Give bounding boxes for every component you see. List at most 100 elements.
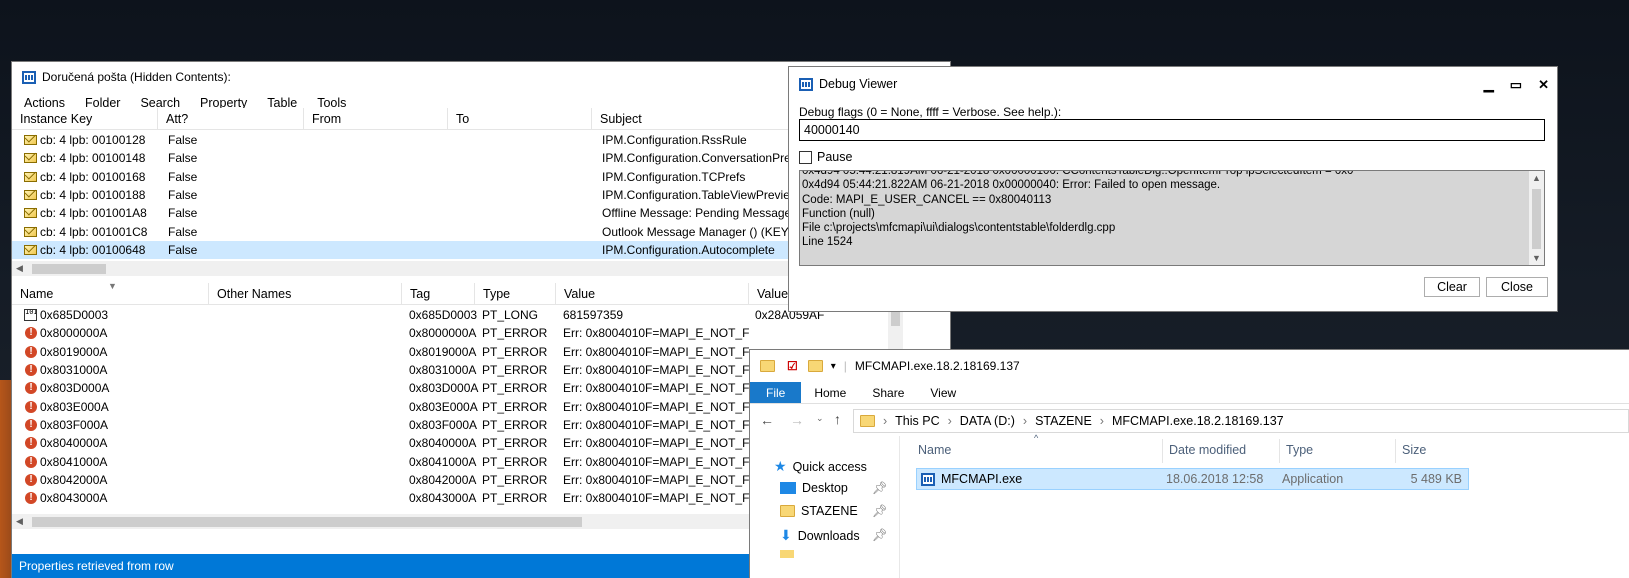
close-button[interactable]: Close [1486,277,1548,297]
scroll-thumb[interactable] [32,517,582,527]
error-icon: ! [25,418,37,431]
message-hscrollbar[interactable]: ◀ [12,261,788,276]
breadcrumb-this-pc[interactable]: This PC [895,414,939,428]
tab-home[interactable]: Home [801,382,859,403]
clear-button[interactable]: Clear [1424,277,1480,297]
pause-checkbox[interactable] [799,150,812,164]
nav-downloads-label: Downloads [797,528,860,543]
col-file-name[interactable]: Name ^ [912,433,1163,463]
tab-file[interactable]: File [750,382,802,403]
desktop-icon [780,482,796,494]
log-vscrollbar[interactable]: ▲ ▼ [1529,171,1544,265]
col-tag[interactable]: Tag [402,283,475,304]
subject: IPM.Configuration.RssRule [602,133,747,148]
envelope-icon [24,226,37,237]
tab-view[interactable]: View [917,382,969,403]
col-file-name-label: Name [918,443,952,457]
debug-flags-input[interactable]: 40000140 [799,119,1545,141]
scroll-thumb[interactable] [1532,189,1541,249]
col-instance-key[interactable]: Instance Key [12,108,158,129]
col-other-names[interactable]: Other Names [209,283,402,304]
scroll-left-icon[interactable]: ◀ [16,516,23,527]
file-size: 5 489 KB [1410,472,1462,486]
file-type: Application [1282,472,1344,486]
folder-icon [760,360,775,372]
forward-icon[interactable]: → [790,412,804,428]
scroll-thumb[interactable] [32,264,106,274]
error-icon: ! [25,382,37,395]
error-icon: ! [25,473,37,486]
properties-icon[interactable]: ☑ [787,359,798,373]
breadcrumb-separator-icon: › [1022,414,1028,428]
file-date: 18.06.2018 12:58 [1166,472,1264,486]
download-icon: ⬇ [780,527,792,543]
breadcrumb-current[interactable]: MFCMAPI.exe.18.2.18169.137 [1112,414,1284,428]
col-subject[interactable]: Subject [592,108,792,129]
property-value: Err: 0x8004010F=MAPI_E_NOT_FO [563,417,749,432]
nav-desktop-label: Desktop [802,481,848,495]
pin-icon[interactable]: 📌︎ [872,528,888,543]
breadcrumb-data-drive[interactable]: DATA (D:) [960,414,1015,428]
col-name[interactable]: Name ▼ [12,283,209,304]
property-tag: 0x8031000A [409,363,477,378]
property-tag: 0x8042000A [409,472,477,487]
property-row[interactable]: ! 0x8000000A 0x8000000A PT_ERROR Err: 0x8004… [12,324,950,342]
pause-checkbox-row[interactable]: Pause [799,150,852,164]
property-value: Err: 0x8004010F=MAPI_E_NOT_FO [563,436,749,451]
debug-log[interactable]: 0x4d94 05:44:21.819AM 06-21-2018 0x00000… [799,170,1545,266]
log-line: 0x4d94 05:44:21.822AM 06-21-2018 0x00000… [802,179,1221,192]
nav-stazene[interactable]: STAZENE 📌︎ [780,504,888,518]
new-folder-icon[interactable] [807,360,823,372]
sort-up-icon: ^ [1034,433,1039,443]
col-att[interactable]: Att? [158,108,304,129]
breadcrumb-separator-icon: › [883,414,888,428]
pin-icon[interactable]: 📌︎ [872,504,888,519]
file-list-header: Name ^ Date modified Type Size [912,433,1629,463]
binary-icon: 101 010 [24,309,37,322]
close-icon[interactable]: ✕ [1538,77,1549,93]
scroll-thumb[interactable] [891,310,900,326]
property-tag: 0x803F000A [409,417,478,432]
col-size[interactable]: Size [1396,439,1466,463]
property-name: 0x8000000A [40,326,108,341]
debug-titlebar[interactable]: Debug Viewer [799,77,897,91]
pin-icon[interactable]: 📌︎ [872,481,888,496]
up-icon[interactable]: ↑ [834,411,841,427]
col-type[interactable]: Type [475,283,556,304]
scroll-up-icon[interactable]: ▲ [1532,173,1541,183]
breadcrumb-stazene[interactable]: STAZENE [1035,414,1092,428]
property-value: Err: 0x8004010F=MAPI_E_NOT_FO [563,399,749,414]
property-tag: 0x803E000A [409,399,478,414]
explorer-titlebar[interactable]: ☑ ▾ | MFCMAPI.exe.18.2.18169.137 [750,350,1629,382]
tab-share[interactable]: Share [859,382,917,403]
file-row[interactable]: MFCMAPI.exe 18.06.2018 12:58 Application… [916,468,1469,490]
envelope-icon [24,171,37,182]
nav-downloads[interactable]: ⬇ Downloads 📌︎ [780,527,888,544]
address-bar[interactable]: › This PC › DATA (D:) › STAZENE › MFCMAP… [853,409,1629,433]
scroll-down-icon[interactable]: ▼ [1532,253,1541,263]
attachment-flag: False [168,151,198,166]
col-to[interactable]: To [448,108,592,129]
minimize-icon[interactable]: ▁ [1484,77,1494,93]
property-name: 0x803F000A [40,417,109,432]
property-value: Err: 0x8004010F=MAPI_E_NOT_FO [563,454,749,469]
col-value[interactable]: Value [556,283,749,304]
address-bar-row: ← → ⌄ ↑ › This PC › DATA (D:) › STAZENE … [750,406,1629,434]
nav-desktop[interactable]: Desktop 📌︎ [780,481,888,495]
scroll-left-icon[interactable]: ◀ [16,263,23,274]
maximize-icon[interactable]: ▭ [1510,77,1522,93]
back-icon[interactable]: ← [760,412,774,428]
col-type[interactable]: Type [1280,439,1396,463]
window-controls: ▁ ▭ ✕ [1484,77,1549,93]
recent-locations-icon[interactable]: ⌄ [816,413,824,424]
customize-toolbar-icon[interactable]: ▾ [831,361,836,372]
folder-icon [780,505,795,517]
col-from[interactable]: From [304,108,448,129]
app-icon [799,77,813,91]
error-icon: ! [25,327,37,340]
col-date-modified[interactable]: Date modified [1163,439,1280,463]
log-line: Function (null) [802,207,875,220]
error-icon: ! [25,345,37,358]
title-separator: | [843,359,847,373]
nav-quick-access[interactable]: ★ Quick access [774,458,867,475]
